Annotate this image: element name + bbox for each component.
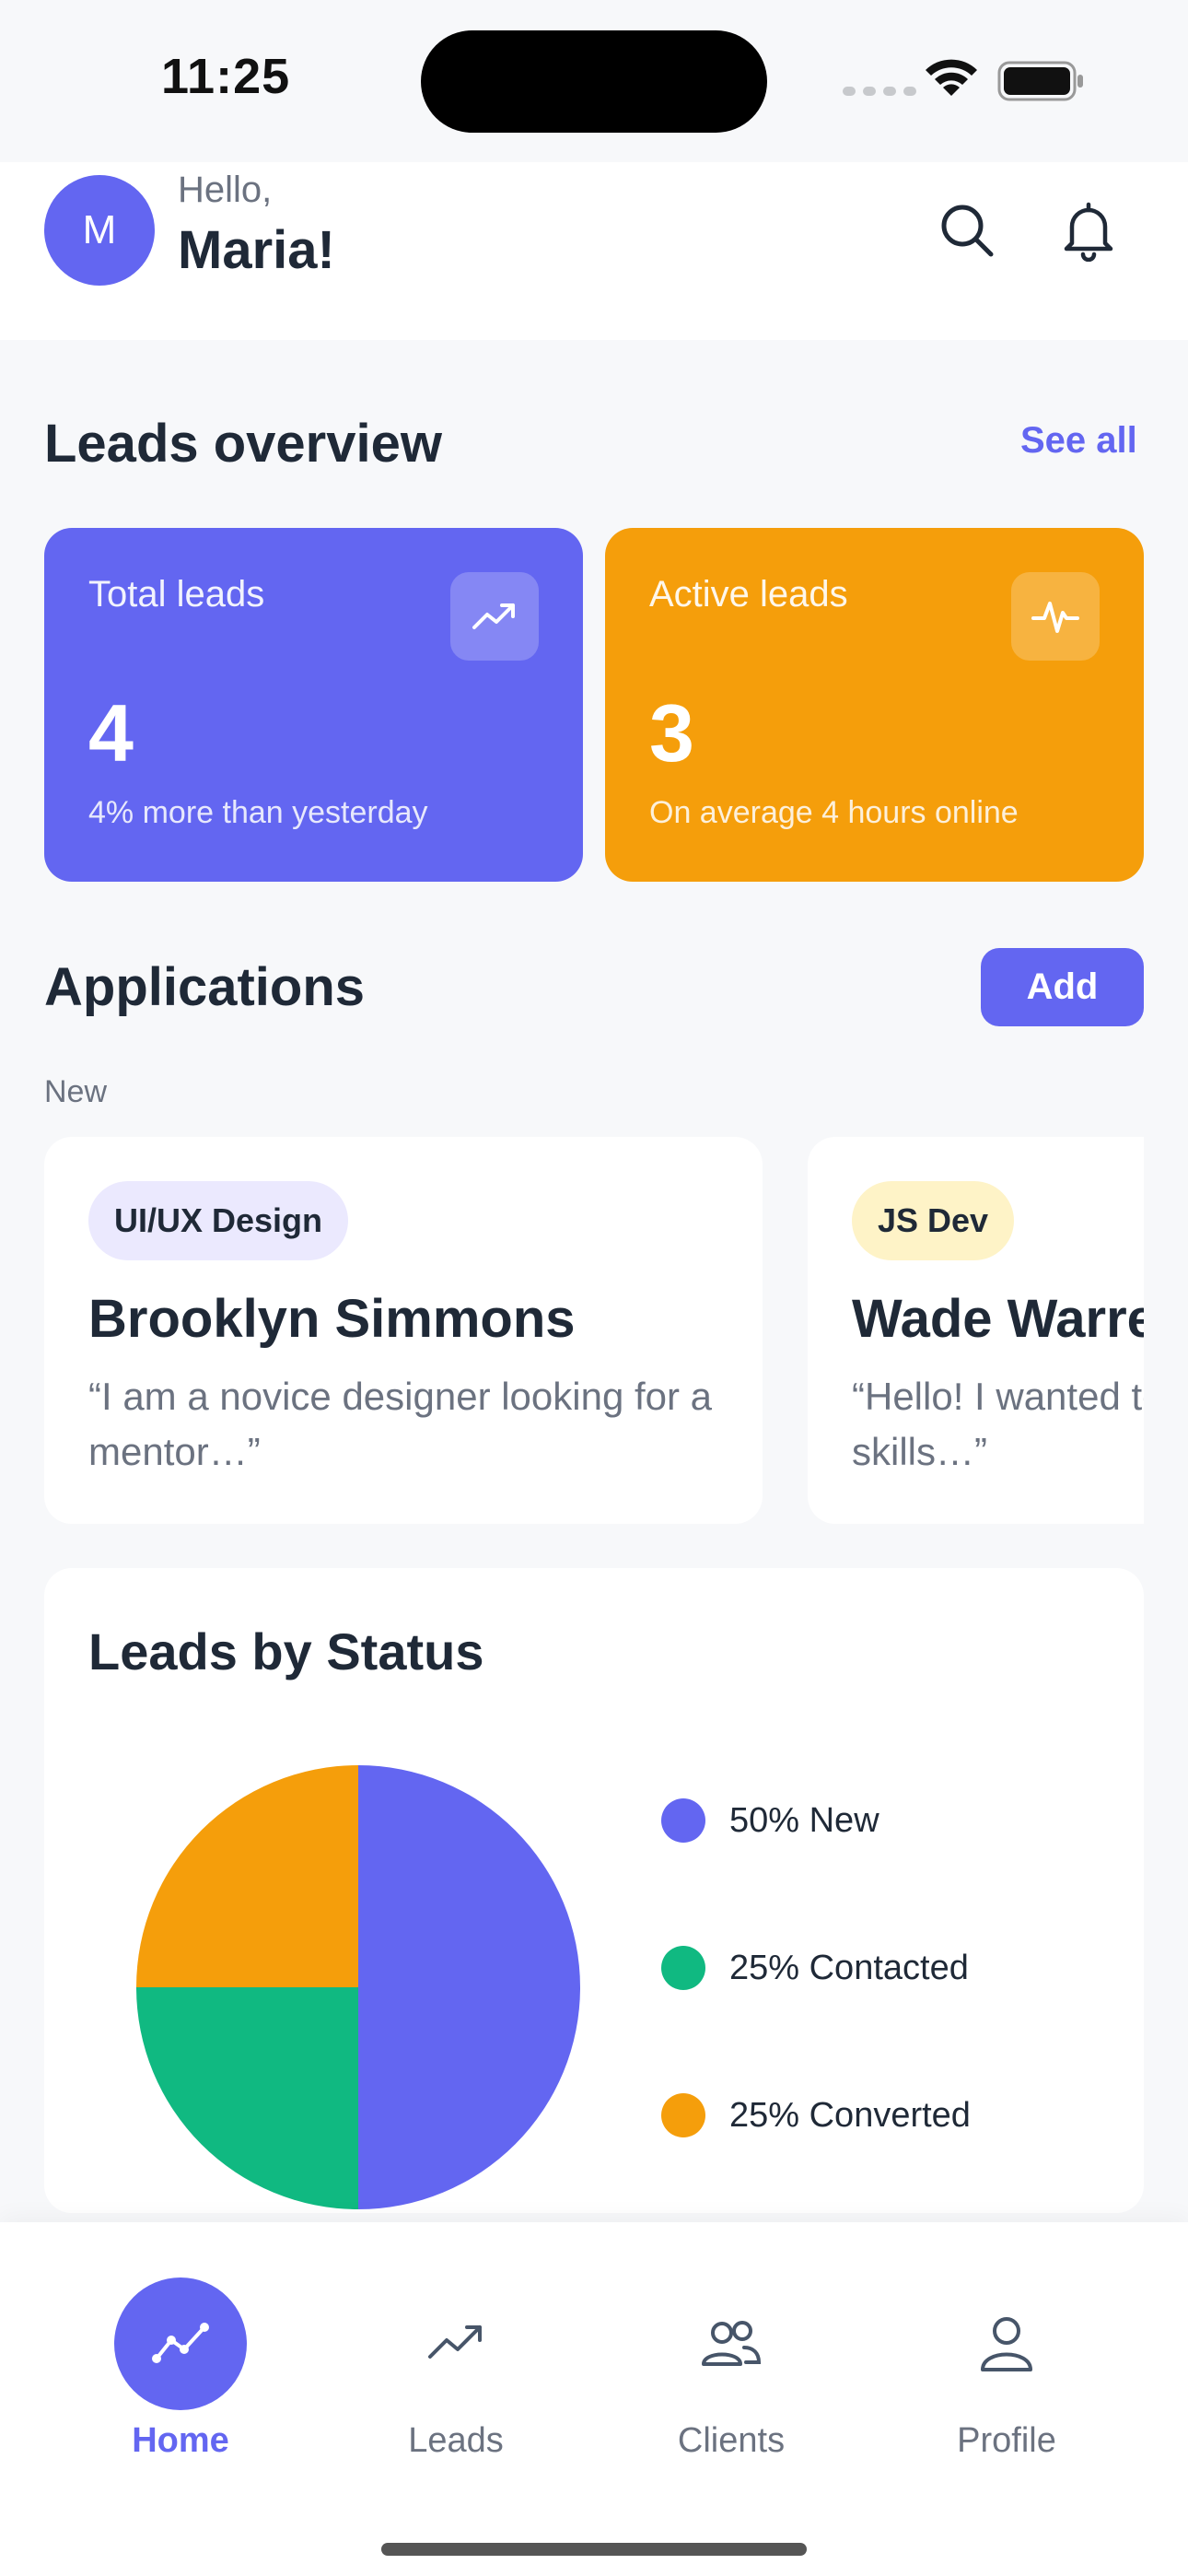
active-leads-card[interactable]: Active leads 3 On average 4 hours online: [605, 528, 1144, 882]
application-card[interactable]: JS Dev Wade Warren “Hello! I wanted to i…: [808, 1137, 1144, 1524]
pie-chart: [136, 1765, 580, 2209]
legend-item-converted: 25% Converted: [661, 2093, 971, 2137]
application-quote: “Hello! I wanted to improve my skills…”: [852, 1375, 1144, 1473]
add-button[interactable]: Add: [981, 948, 1144, 1026]
status-bar: 11:25: [0, 0, 1188, 162]
applications-title: Applications: [44, 957, 366, 1017]
application-quote: “I am a novice designer looking for a me…: [88, 1375, 713, 1473]
legend-swatch: [661, 2093, 705, 2137]
search-icon: [941, 205, 994, 257]
search-button[interactable]: [930, 193, 1004, 267]
nav-label: Home: [132, 2421, 229, 2460]
user-name: Maria!: [178, 220, 335, 280]
pie-slice-new: [358, 1765, 580, 2209]
activity-icon: [1011, 572, 1100, 661]
dynamic-island: [421, 30, 767, 133]
leads-by-status-card: Leads by Status 50% New 25% Contacted 25% …: [44, 1568, 1144, 2213]
legend-swatch: [661, 1798, 705, 1843]
nav-label: Profile: [957, 2421, 1056, 2460]
legend-swatch: [661, 1946, 705, 1990]
nav-label: Leads: [408, 2421, 504, 2460]
pie-slice-converted: [136, 1765, 358, 1987]
nav-icon-container: [665, 2277, 798, 2410]
app-screen: 11:25 M Hello, Maria! Leads overview See…: [0, 0, 1188, 2576]
notifications-button[interactable]: [1052, 193, 1125, 267]
stat-label: Total leads: [88, 574, 265, 615]
status-time: 11:25: [161, 49, 291, 104]
new-section-label: New: [44, 1074, 108, 1109]
bottom-navigation: Home Leads Clients Profile: [0, 2222, 1188, 2576]
applicant-name: Wade Warren: [852, 1289, 1144, 1349]
trending-up-icon: [450, 572, 539, 661]
home-indicator: [381, 2543, 807, 2556]
avatar[interactable]: M: [44, 175, 155, 286]
nav-item-home[interactable]: Home: [79, 2277, 282, 2461]
legend-label: 50% New: [729, 1800, 879, 1840]
legend-item-new: 50% New: [661, 1798, 879, 1843]
chart-title: Leads by Status: [88, 1622, 484, 1680]
applications-carousel[interactable]: UI/UX Design Brooklyn Simmons “I am a no…: [44, 1137, 1144, 1524]
nav-item-profile[interactable]: Profile: [905, 2277, 1108, 2461]
legend-item-contacted: 25% Contacted: [661, 1946, 969, 1990]
nav-item-clients[interactable]: Clients: [630, 2277, 833, 2461]
battery-icon: [997, 61, 1083, 101]
bell-icon: [1064, 202, 1113, 262]
pie-slice-contacted: [136, 1987, 358, 2209]
see-all-link[interactable]: See all: [1020, 420, 1137, 462]
stat-label: Active leads: [649, 574, 848, 615]
applicant-name: Brooklyn Simmons: [88, 1289, 576, 1349]
application-tag: UI/UX Design: [88, 1181, 349, 1260]
user-icon: [981, 2317, 1032, 2371]
legend-label: 25% Contacted: [729, 1948, 969, 1987]
application-card[interactable]: UI/UX Design Brooklyn Simmons “I am a no…: [44, 1137, 763, 1524]
home-chart-icon: [152, 2323, 209, 2363]
nav-icon-container: [390, 2277, 522, 2410]
stat-value: 3: [649, 687, 694, 779]
cellular-signal-icon: [843, 87, 916, 96]
users-icon: [702, 2321, 762, 2366]
trending-up-icon: [428, 2325, 482, 2359]
stat-subtext: On average 4 hours online: [649, 795, 1019, 830]
wifi-icon: [926, 59, 977, 96]
stat-subtext: 4% more than yesterday: [88, 795, 428, 830]
total-leads-card[interactable]: Total leads 4 4% more than yesterday: [44, 528, 583, 882]
greeting-text: Hello,: [178, 170, 273, 210]
application-tag: JS Dev: [852, 1181, 1015, 1260]
nav-icon-container: [114, 2277, 247, 2410]
app-header: M Hello, Maria!: [0, 162, 1188, 340]
nav-item-leads[interactable]: Leads: [355, 2277, 557, 2461]
legend-label: 25% Converted: [729, 2095, 971, 2135]
nav-icon-container: [940, 2277, 1073, 2410]
nav-label: Clients: [677, 2421, 786, 2460]
stat-value: 4: [88, 687, 134, 779]
leads-overview-title: Leads overview: [44, 414, 442, 474]
